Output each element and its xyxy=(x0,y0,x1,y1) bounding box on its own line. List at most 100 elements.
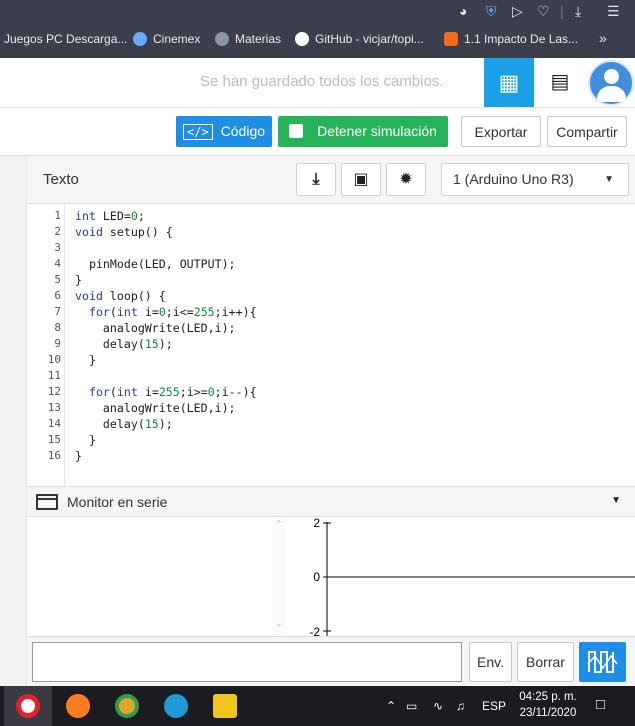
code-line[interactable]: analogWrite(LED,i); xyxy=(75,321,236,335)
shield-icon[interactable]: ⛨ xyxy=(486,2,497,20)
line-number: 6 xyxy=(54,289,61,302)
code-line[interactable]: analogWrite(LED,i); xyxy=(75,401,236,415)
download-icon[interactable]: ⤓ xyxy=(575,2,581,20)
library-button[interactable]: ▣ xyxy=(341,163,381,196)
share-button[interactable]: Compartir xyxy=(547,116,627,147)
serial-scrollbar[interactable]: ⌃ ⌄ xyxy=(272,517,286,636)
code-line[interactable]: delay(15); xyxy=(75,417,173,431)
waveform-icon xyxy=(587,651,618,673)
camera-icon[interactable]: ◕ xyxy=(459,2,467,20)
line-number: 5 xyxy=(54,273,61,286)
line-number: 14 xyxy=(47,417,61,430)
device-select[interactable]: 1 (Arduino Uno R3) ▼ xyxy=(441,163,629,196)
avatar-body xyxy=(597,86,626,102)
bookmark-cinemex[interactable]: Cinemex xyxy=(133,32,200,46)
list-view-button[interactable]: ▤ xyxy=(535,58,585,107)
bookmark-juegos[interactable]: Juegos PC Descarga... xyxy=(4,32,127,46)
battery-icon[interactable]: ▭ xyxy=(406,699,417,713)
scroll-up-icon[interactable]: ⌃ xyxy=(272,519,286,530)
code-line[interactable]: pinMode(LED, OUTPUT); xyxy=(75,257,236,271)
table-icon: ▤ xyxy=(550,71,570,93)
code-line[interactable]: void setup() { xyxy=(75,225,173,239)
line-number: 7 xyxy=(54,305,61,318)
serial-monitor-label: Monitor en serie xyxy=(67,494,168,510)
code-icon: </> xyxy=(182,124,213,140)
code-line[interactable]: for(int i=255;i>=0;i--){ xyxy=(75,385,257,399)
volume-muted-icon[interactable]: ♫ xyxy=(456,699,465,713)
serial-output xyxy=(27,517,287,636)
terminal-icon xyxy=(36,494,58,510)
chip-icon: ▦ xyxy=(498,70,520,95)
wifi-icon[interactable]: ∿ xyxy=(433,699,443,713)
clock-date: 23/11/2020 xyxy=(519,707,577,719)
send-icon[interactable]: ▷ xyxy=(512,2,523,20)
cinemex-logo-icon xyxy=(133,32,147,46)
bookmark-materias[interactable]: Materias xyxy=(215,32,281,46)
export-button[interactable]: Exportar xyxy=(461,116,541,147)
browser-top-strip: ◕ ⛨ ▷ ♡ | ⤓ ☰ xyxy=(0,0,635,23)
user-avatar[interactable] xyxy=(588,60,634,106)
clear-button[interactable]: Borrar xyxy=(517,642,574,682)
plot-tick-label: 0 xyxy=(313,570,320,584)
send-button[interactable]: Env. xyxy=(469,642,512,682)
left-panel-gutter xyxy=(0,156,27,686)
code-line[interactable]: } xyxy=(75,273,82,287)
github-icon xyxy=(295,32,309,46)
code-line[interactable]: } xyxy=(75,449,82,463)
debugger-button[interactable]: ✹ xyxy=(386,163,426,196)
edge-icon[interactable] xyxy=(164,694,188,718)
opera-taskbar-button[interactable] xyxy=(4,686,52,726)
language-indicator[interactable]: ESP xyxy=(482,699,506,713)
code-line[interactable]: for(int i=0;i<=255;i++){ xyxy=(75,305,257,319)
chevron-down-icon[interactable]: ▼ xyxy=(611,495,621,506)
download-icon: ⤓ xyxy=(312,171,320,188)
bookmarks-bar: Juegos PC Descarga... Cinemex Materias G… xyxy=(0,23,635,58)
download-code-button[interactable]: ⤓ xyxy=(296,163,336,196)
more-bookmarks-button[interactable]: » xyxy=(599,30,607,46)
serial-input[interactable] xyxy=(32,642,462,682)
tray-chevron-up-icon[interactable]: ⌃ xyxy=(386,699,396,713)
line-number: 8 xyxy=(54,321,61,334)
scroll-down-icon[interactable]: ⌄ xyxy=(272,618,286,629)
taskbar-clock[interactable]: 04:25 p. m. 23/11/2020 xyxy=(515,689,581,721)
code-line[interactable]: delay(15); xyxy=(75,337,173,351)
avatar-head xyxy=(604,69,619,84)
components-view-button[interactable]: ▦ xyxy=(484,58,534,107)
line-number: 4 xyxy=(54,257,61,270)
code-editor[interactable]: 1 int LED=0; 2 void setup() { 3 4 pinMode(LED… xyxy=(27,204,635,486)
code-line[interactable]: } xyxy=(75,433,96,447)
code-button[interactable]: </> Código xyxy=(176,116,272,147)
notifications-icon[interactable]: □ xyxy=(596,696,605,713)
menu-icon[interactable]: ☰ xyxy=(607,2,620,20)
blogger-icon xyxy=(444,32,458,46)
line-number: 1 xyxy=(54,209,61,222)
clock-time: 04:25 p. m. xyxy=(519,691,577,703)
code-line[interactable]: int LED=0; xyxy=(75,209,145,223)
chevron-down-icon: ▼ xyxy=(604,174,614,185)
opera-icon xyxy=(16,694,40,718)
bug-icon: ✹ xyxy=(399,171,413,188)
line-number: 10 xyxy=(47,353,61,366)
line-number: 13 xyxy=(47,401,61,414)
bookmark-github[interactable]: GitHub - vicjar/topi... xyxy=(295,32,424,46)
heart-icon[interactable]: ♡ xyxy=(537,2,550,20)
save-status: Se han guardado todos los cambios. xyxy=(200,73,444,90)
code-line[interactable]: void loop() { xyxy=(75,289,166,303)
code-line[interactable]: } xyxy=(75,353,96,367)
line-number: 3 xyxy=(54,241,61,254)
plot-toggle-button[interactable] xyxy=(579,642,626,682)
windows-taskbar: ⌃ ▭ ∿ ♫ ESP 04:25 p. m. 23/11/2020 □ xyxy=(0,686,635,726)
line-number: 16 xyxy=(47,449,61,462)
divider: | xyxy=(560,3,564,19)
plot-tick-label: -2 xyxy=(309,625,320,636)
firefox-icon[interactable] xyxy=(66,694,90,718)
line-number: 2 xyxy=(54,225,61,238)
serial-monitor-header[interactable]: Monitor en serie ▼ xyxy=(27,486,635,517)
line-number: 15 xyxy=(47,433,61,446)
line-number: 12 xyxy=(47,385,61,398)
app-icon[interactable] xyxy=(213,694,237,718)
bookmark-impacto[interactable]: 1.1 Impacto De Las... xyxy=(444,32,578,46)
stop-simulation-button[interactable]: Detener simulación xyxy=(278,116,448,147)
chrome-icon[interactable] xyxy=(115,694,139,718)
line-number: 11 xyxy=(47,369,61,382)
